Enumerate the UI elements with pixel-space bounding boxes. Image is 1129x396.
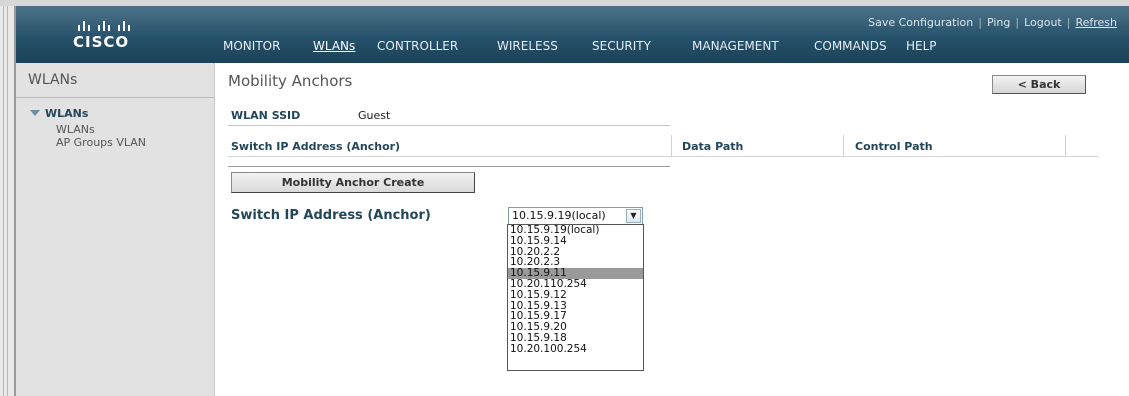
back-button[interactable]: < Back [992, 75, 1086, 94]
sidebar-section-label: WLANs [45, 107, 89, 120]
dropdown-option[interactable]: 10.15.9.12 [508, 289, 643, 301]
switch-ip-selected: 10.15.9.19(local) [512, 209, 606, 222]
ping-link[interactable]: Ping [987, 16, 1010, 29]
triangle-down-icon [30, 110, 40, 116]
nav-wlans[interactable]: WLANs [313, 39, 355, 53]
chevron-down-icon[interactable]: ▼ [626, 209, 641, 223]
wlan-ssid-value: Guest [358, 109, 391, 122]
table-header-line [228, 156, 1098, 157]
nav-management[interactable]: MANAGEMENT [692, 39, 779, 53]
nav-monitor[interactable]: MONITOR [223, 39, 280, 53]
nav-wireless[interactable]: WIRELESS [497, 39, 558, 53]
col-divider [843, 135, 844, 157]
divider [228, 125, 670, 126]
sidebar-divider [16, 97, 214, 98]
col-divider [1065, 135, 1066, 157]
switch-ip-field-label: Switch IP Address (Anchor) [231, 208, 431, 223]
mobility-anchor-create-button[interactable]: Mobility Anchor Create [231, 172, 475, 193]
dropdown-option[interactable]: 10.20.100.254 [508, 343, 643, 355]
brand-name: CISCO [73, 33, 130, 51]
sidebar-item-wlans[interactable]: WLANs [56, 123, 95, 136]
header-bar: CISCO Save Configuration | Ping | Logout | Ref… [16, 6, 1129, 63]
separator: | [1066, 16, 1071, 29]
nav-security[interactable]: SECURITY [592, 39, 651, 53]
main-content: Mobility Anchors < Back WLAN SSID Guest … [215, 63, 1129, 396]
divider [228, 166, 670, 167]
col-data-path-header: Data Path [682, 140, 744, 153]
col-divider [671, 135, 672, 157]
sidebar-section-wlans[interactable]: WLANs [30, 107, 88, 120]
col-control-path-header: Control Path [855, 140, 933, 153]
page-title: Mobility Anchors [228, 72, 353, 90]
sidebar-title: WLANs [28, 72, 78, 88]
nav-controller[interactable]: CONTROLLER [377, 39, 458, 53]
switch-ip-dropdown-list[interactable]: 10.15.9.19(local) 10.15.9.14 10.20.2.2 1… [507, 224, 644, 371]
col-switch-ip-header: Switch IP Address (Anchor) [231, 140, 401, 153]
nav-help[interactable]: HELP [906, 39, 937, 53]
logout-link[interactable]: Logout [1024, 16, 1062, 29]
top-links: Save Configuration | Ping | Logout | Refresh [868, 16, 1117, 29]
save-configuration-link[interactable]: Save Configuration [868, 16, 973, 29]
cisco-logo: CISCO [73, 15, 163, 55]
separator: | [1015, 16, 1020, 29]
sidebar: WLANs WLANs WLANs AP Groups VLAN [16, 63, 215, 396]
refresh-link[interactable]: Refresh [1075, 16, 1117, 29]
sidebar-item-ap-groups-vlan[interactable]: AP Groups VLAN [56, 136, 146, 149]
cisco-bars-icon [78, 15, 130, 31]
dropdown-option[interactable]: 10.15.9.14 [508, 235, 643, 247]
nav-commands[interactable]: COMMANDS [814, 39, 887, 53]
switch-ip-select[interactable]: 10.15.9.19(local) ▼ [508, 207, 643, 225]
wlan-ssid-label: WLAN SSID [231, 109, 301, 122]
separator: | [978, 16, 982, 29]
frame-scroll-edge [0, 6, 16, 396]
